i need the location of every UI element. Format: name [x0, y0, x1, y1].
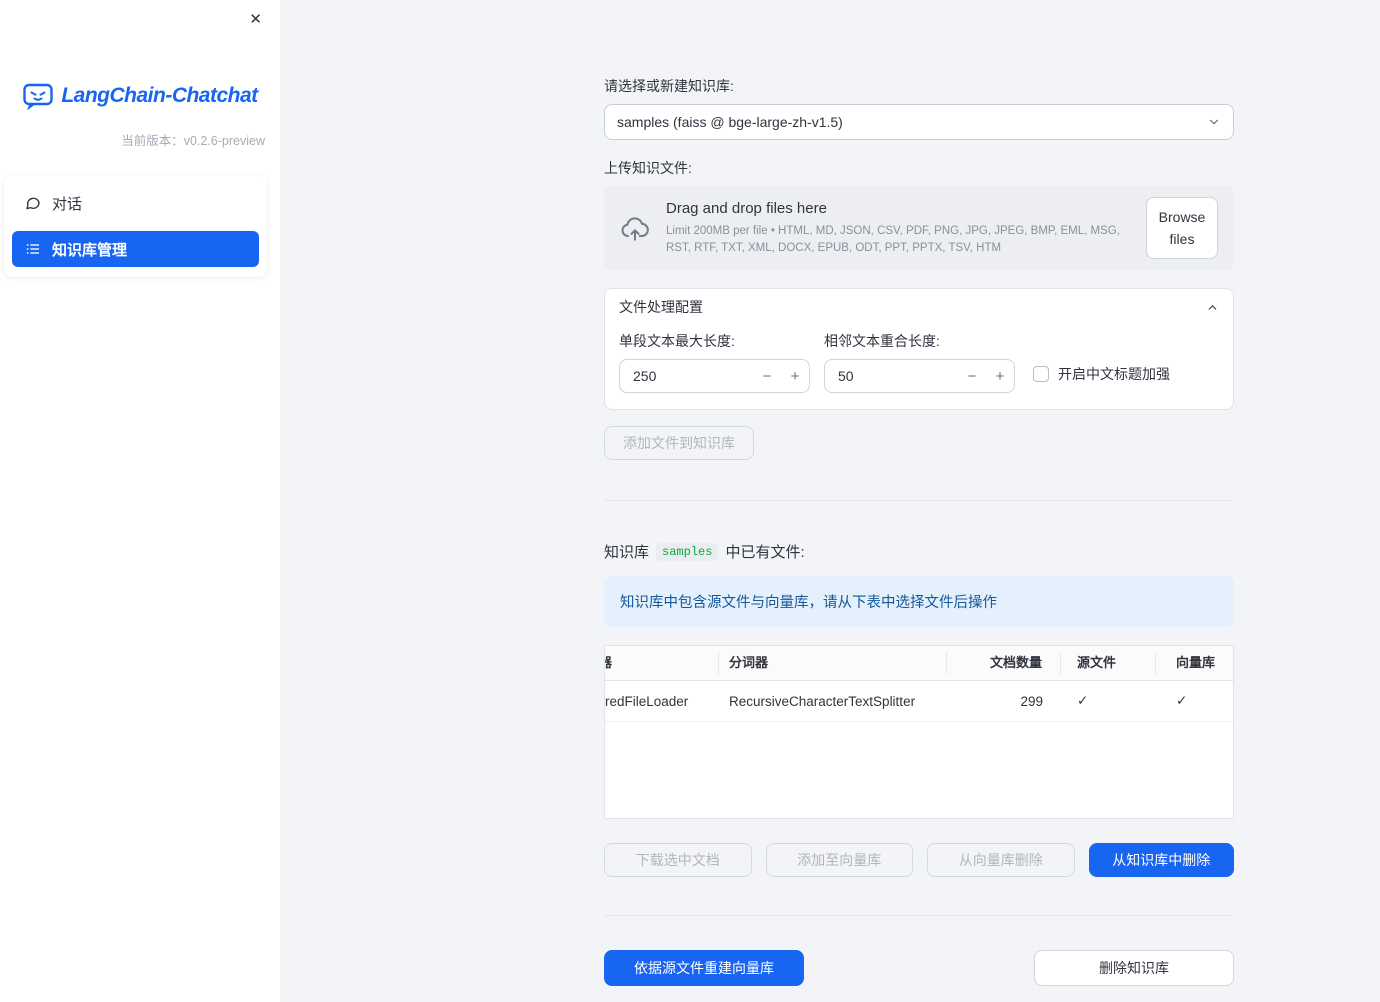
kb-select-label: 请选择或新建知识库:	[604, 78, 734, 94]
sidebar: ✕ LangChain-Chatchat 当前版本：v0.2.6-preview…	[0, 0, 280, 1002]
cell-doc-count: 299	[1020, 693, 1043, 709]
upload-label: 上传知识文件:	[604, 160, 692, 176]
app-logo: LangChain-Chatchat	[0, 82, 280, 110]
nav-item-chat[interactable]: 对话	[12, 185, 259, 221]
kb-name-code: samples	[656, 542, 719, 561]
kb-files-suffix: 中已有文件:	[725, 544, 805, 561]
overlap-size-group: 相邻文本重合长度: 50 − +	[824, 331, 1015, 393]
kb-selectbox[interactable]: samples (faiss @ bge-large-zh-v1.5)	[604, 104, 1234, 140]
table-row[interactable]: redFileLoader RecursiveCharacterTextSpli…	[605, 681, 1233, 722]
table-header-doc-count[interactable]: 文档数量	[947, 652, 1061, 674]
overlap-size-minus-button[interactable]: −	[958, 360, 986, 392]
cloud-upload-icon	[621, 216, 649, 241]
table-header-row: 器 分词器 文档数量 源文件 向量库	[605, 646, 1233, 681]
overlap-size-value: 50	[838, 368, 854, 384]
zh-title-checkbox-row: 开启中文标题加强	[1033, 364, 1170, 384]
nav-item-label: 知识库管理	[52, 241, 128, 259]
kb-selectbox-value: samples (faiss @ bge-large-zh-v1.5)	[617, 114, 843, 130]
kb-actions-row: 依据源文件重建向量库 删除知识库	[604, 950, 1234, 986]
zh-title-checkbox[interactable]	[1033, 366, 1049, 382]
file-actions-row: 下载选中文档 添加至向量库 从向量库删除 从知识库中删除	[604, 843, 1234, 877]
file-config-expander: 文件处理配置 单段文本最大长度: 250 − + 相邻文本重合长度: 50 − …	[604, 288, 1234, 410]
overlap-size-label: 相邻文本重合长度:	[824, 333, 940, 349]
chunk-size-group: 单段文本最大长度: 250 − +	[619, 331, 810, 393]
content-column: 请选择或新建知识库: samples (faiss @ bge-large-zh…	[604, 0, 1234, 986]
delete-from-kb-button[interactable]: 从知识库中删除	[1088, 843, 1234, 877]
kb-files-prefix: 知识库	[604, 544, 650, 561]
download-selected-button[interactable]: 下载选中文档	[604, 843, 752, 877]
main-area: 请选择或新建知识库: samples (faiss @ bge-large-zh…	[280, 0, 1380, 1002]
table-header-vector-store[interactable]: 向量库	[1156, 652, 1233, 674]
expander-header[interactable]: 文件处理配置	[605, 289, 1233, 325]
table-header-splitter[interactable]: 分词器	[719, 652, 947, 674]
chunk-size-input[interactable]: 250 − +	[619, 359, 810, 393]
nav-item-label: 对话	[52, 195, 83, 213]
nav-item-kb-management[interactable]: 知识库管理	[12, 231, 259, 267]
kb-files-heading: 知识库 samples 中已有文件:	[604, 541, 1234, 562]
chunk-size-value: 250	[633, 368, 657, 384]
cell-splitter: RecursiveCharacterTextSplitter	[729, 693, 916, 709]
chunk-size-plus-button[interactable]: +	[781, 360, 809, 392]
overlap-size-input[interactable]: 50 − +	[824, 359, 1015, 393]
chevron-down-icon	[1209, 119, 1219, 125]
chevron-up-icon	[1208, 304, 1217, 310]
dropzone-title: Drag and drop files here	[666, 199, 827, 217]
cell-vector-store-check: ✓	[1176, 693, 1188, 708]
overlap-size-plus-button[interactable]: +	[986, 360, 1014, 392]
divider	[604, 500, 1234, 501]
divider	[604, 915, 1234, 916]
table-header-loader[interactable]: 器	[605, 652, 719, 674]
dropzone-text: Drag and drop files here Limit 200MB per…	[666, 200, 1130, 256]
version-caption: 当前版本：v0.2.6-preview	[121, 134, 265, 148]
delete-kb-button[interactable]: 删除知识库	[1034, 950, 1234, 986]
add-files-to-kb-button[interactable]: 添加文件到知识库	[604, 426, 754, 460]
list-icon	[26, 244, 39, 254]
chunk-size-label: 单段文本最大长度:	[619, 333, 735, 349]
logo-text: LangChain-Chatchat	[61, 84, 258, 107]
table-header-source-file[interactable]: 源文件	[1061, 652, 1156, 674]
dropzone-limits: Limit 200MB per file • HTML, MD, JSON, C…	[666, 224, 1120, 254]
expander-body: 单段文本最大长度: 250 − + 相邻文本重合长度: 50 − + 开启中文标…	[605, 325, 1233, 409]
expander-title: 文件处理配置	[619, 299, 703, 315]
cell-source-file-check: ✓	[1077, 693, 1089, 708]
nav-menu: 对话 知识库管理	[4, 175, 267, 277]
file-dropzone[interactable]: Drag and drop files here Limit 200MB per…	[604, 186, 1234, 270]
table-header-label: 器	[605, 652, 612, 674]
zh-title-checkbox-label: 开启中文标题加强	[1058, 366, 1170, 382]
close-sidebar-icon[interactable]: ✕	[245, 8, 266, 31]
chunk-size-minus-button[interactable]: −	[753, 360, 781, 392]
info-banner: 知识库中包含源文件与向量库，请从下表中选择文件后操作	[604, 576, 1234, 627]
chat-bubble-icon	[26, 197, 40, 210]
delete-from-vector-store-button[interactable]: 从向量库删除	[927, 843, 1075, 877]
browse-files-button[interactable]: Browse files	[1146, 196, 1218, 260]
add-to-vector-store-button[interactable]: 添加至向量库	[765, 843, 913, 877]
cell-loader: redFileLoader	[605, 693, 689, 709]
rebuild-vector-store-button[interactable]: 依据源文件重建向量库	[604, 950, 804, 986]
logo-chat-icon	[23, 83, 54, 110]
kb-files-table: 器 分词器 文档数量 源文件 向量库 redFileLoader Recursi…	[604, 645, 1234, 819]
